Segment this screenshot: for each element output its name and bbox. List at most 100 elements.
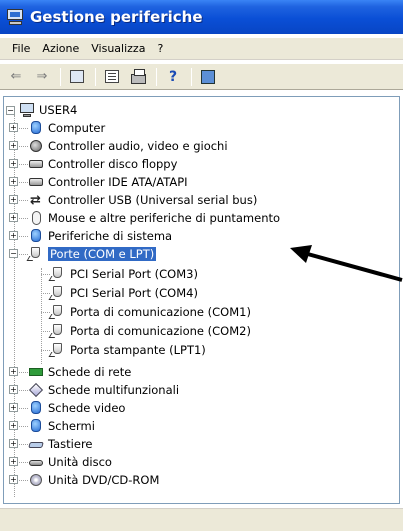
device-tree[interactable]: − USER4 + Computer + Controller audio, v… [3, 96, 400, 504]
cdrom-icon [28, 472, 44, 488]
expand-toggle[interactable]: + [9, 439, 18, 448]
tree-category-label: Controller USB (Universal serial bus) [48, 193, 258, 207]
help-icon[interactable]: ? [163, 67, 183, 87]
toolbar-separator [60, 67, 61, 86]
expand-toggle[interactable]: + [9, 195, 18, 204]
usb-icon: ⇄ [30, 193, 41, 208]
tree-child[interactable]: PCI Serial Port (COM4) [41, 284, 198, 302]
expand-toggle[interactable]: + [9, 141, 18, 150]
monitor-icon [28, 418, 44, 434]
tree-category[interactable]: + Computer [9, 119, 106, 137]
tree-root-label: USER4 [39, 103, 78, 117]
tree-category[interactable]: + Periferiche di sistema [9, 227, 173, 245]
tree-category[interactable]: + Tastiere [9, 435, 93, 453]
port-icon [26, 246, 44, 262]
tree-category-label: Computer [48, 121, 106, 135]
tree-category-label: Unità DVD/CD-ROM [48, 473, 160, 487]
show-hide-tree-icon[interactable] [67, 67, 87, 87]
collapse-toggle[interactable]: − [6, 105, 15, 115]
tree-category[interactable]: + Controller disco floppy [9, 155, 178, 173]
disk-drive-icon [28, 454, 44, 470]
toolbar-separator [95, 67, 96, 86]
back-arrow-icon[interactable]: ⇐ [6, 67, 26, 87]
tree-child-label: Porta di comunicazione (COM2) [70, 324, 251, 338]
floppy-icon [28, 156, 44, 172]
tree-child-label: Porta di comunicazione (COM1) [70, 305, 251, 319]
tree-root[interactable]: − USER4 [6, 101, 77, 119]
tree-child-label: PCI Serial Port (COM3) [70, 267, 198, 281]
toolbar: ⇐ ⇒ ? [0, 64, 403, 90]
tree-category[interactable]: + Controller IDE ATA/ATAPI [9, 173, 188, 191]
tree-child[interactable]: PCI Serial Port (COM3) [41, 265, 198, 283]
tree-category[interactable]: + Schede di rete [9, 363, 132, 381]
forward-arrow-icon[interactable]: ⇒ [32, 67, 52, 87]
menu-visualizza[interactable]: Visualizza [85, 42, 151, 55]
tree-category[interactable]: + Schede multifunzionali [9, 381, 180, 399]
print-icon[interactable] [128, 67, 148, 87]
scan-hardware-icon[interactable] [198, 67, 218, 87]
tree-category[interactable]: + Schermi [9, 417, 95, 435]
menu-file[interactable]: File [6, 42, 36, 55]
properties-icon[interactable] [102, 67, 122, 87]
collapse-toggle[interactable]: − [9, 249, 18, 258]
tree-category-label: Mouse e altre periferiche di puntamento [48, 211, 281, 225]
computer-icon [28, 120, 44, 136]
device-manager-icon [6, 8, 24, 26]
annotation-arrow [290, 245, 403, 282]
tree-category-label: Tastiere [48, 437, 93, 451]
ide-controller-icon [28, 174, 44, 190]
keyboard-icon [28, 436, 44, 452]
tree-category-label: Schede multifunzionali [48, 383, 180, 397]
window-title: Gestione periferiche [30, 8, 203, 26]
tree-category-label: Unità disco [48, 455, 112, 469]
tree-child[interactable]: Porta stampante (LPT1) [41, 341, 206, 359]
tree-category-label: Periferiche di sistema [48, 229, 173, 243]
mouse-icon [28, 210, 44, 226]
tree-category[interactable]: + Mouse e altre periferiche di puntament… [9, 209, 281, 227]
tree-child-label: PCI Serial Port (COM4) [70, 286, 198, 300]
port-icon [48, 266, 66, 282]
system-device-icon [28, 228, 44, 244]
tree-child[interactable]: Porta di comunicazione (COM2) [41, 322, 251, 340]
network-card-icon [28, 364, 44, 380]
expand-toggle[interactable]: + [9, 213, 18, 222]
menu-bar: File Azione Visualizza ? [0, 38, 403, 60]
tree-category-label: Controller IDE ATA/ATAPI [48, 175, 188, 189]
expand-toggle[interactable]: + [9, 457, 18, 466]
tree-category[interactable]: + Unità DVD/CD-ROM [9, 471, 160, 489]
tree-category-label: Controller audio, video e giochi [48, 139, 228, 153]
tree-category[interactable]: + Schede video [9, 399, 126, 417]
tree-category[interactable]: + Controller audio, video e giochi [9, 137, 228, 155]
expand-toggle[interactable]: + [9, 231, 18, 240]
expand-toggle[interactable]: + [9, 421, 18, 430]
port-icon [48, 304, 66, 320]
menu-help[interactable]: ? [151, 42, 169, 55]
toolbar-separator [156, 67, 157, 86]
computer-icon [19, 102, 35, 118]
tree-category-label: Schede video [48, 401, 126, 415]
expand-toggle[interactable]: + [9, 123, 18, 132]
status-bar [0, 508, 403, 531]
port-icon [48, 323, 66, 339]
tree-category-label: Schede di rete [48, 365, 132, 379]
tree-category[interactable]: + ⇄ Controller USB (Universal serial bus… [9, 191, 258, 209]
expand-toggle[interactable]: + [9, 177, 18, 186]
port-icon [48, 342, 66, 358]
speaker-icon [28, 138, 44, 154]
menu-azione[interactable]: Azione [36, 42, 85, 55]
expand-toggle[interactable]: + [9, 159, 18, 168]
port-icon [48, 285, 66, 301]
tree-category-ports[interactable]: − Porte (COM e LPT) [9, 245, 157, 263]
tree-category-label: Schermi [48, 419, 95, 433]
tree-category-label: Controller disco floppy [48, 157, 178, 171]
expand-toggle[interactable]: + [9, 385, 18, 394]
expand-toggle[interactable]: + [9, 403, 18, 412]
tree-category[interactable]: + Unità disco [9, 453, 112, 471]
multifunction-icon [28, 382, 44, 398]
expand-toggle[interactable]: + [9, 367, 18, 376]
title-bar: Gestione periferiche [0, 0, 403, 34]
expand-toggle[interactable]: + [9, 475, 18, 484]
tree-child[interactable]: Porta di comunicazione (COM1) [41, 303, 251, 321]
tree-category-label: Porte (COM e LPT) [48, 247, 157, 261]
toolbar-separator [191, 67, 192, 86]
